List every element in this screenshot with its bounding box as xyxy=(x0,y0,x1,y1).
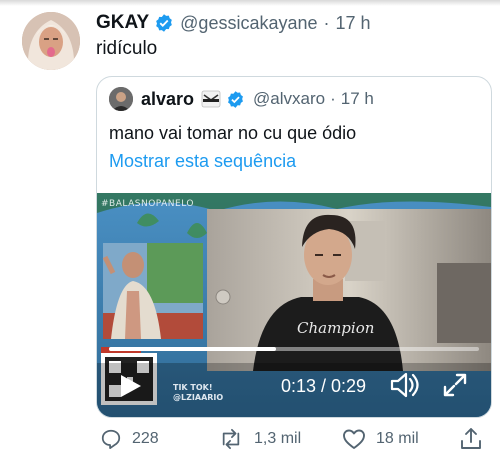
quoted-author-avatar xyxy=(109,87,133,111)
video-time-display: 0:13 / 0:29 xyxy=(281,376,367,396)
video-player[interactable]: Champion #BALASNOPANELO TIK TOK! @LZIAAR… xyxy=(97,193,491,417)
author-handle[interactable]: @gessicakayane xyxy=(180,13,317,34)
tiktok-user: @LZIAARIO xyxy=(173,393,224,402)
quoted-author-name: alvaro xyxy=(141,88,195,109)
quoted-tweet-header: alvaro @alvxaro · 17 h xyxy=(109,85,374,113)
retweet-count: 1,3 mil xyxy=(254,430,302,447)
verified-badge-icon xyxy=(156,14,172,32)
quoted-timestamp: 17 h xyxy=(340,89,374,108)
video-tiktok-caption: TIK TOK! @LZIAARIO xyxy=(173,383,223,403)
quoted-tweet-text: mano vai tomar no cu que ódio xyxy=(109,123,357,143)
separator-dot: · xyxy=(323,12,330,33)
video-hashtag: #BALASNOPANELO xyxy=(101,199,194,209)
like-count: 18 mil xyxy=(376,430,419,447)
tiktok-label: TIK TOK! xyxy=(173,383,213,392)
shirt-logo-text: Champion xyxy=(297,319,374,337)
like-icon xyxy=(343,429,365,449)
tweet-actions: 228 1,3 mil 18 mil xyxy=(96,424,490,454)
reply-button[interactable]: 228 xyxy=(100,424,159,454)
tweet-timestamp[interactable]: 17 h xyxy=(336,13,371,34)
verified-badge-icon xyxy=(228,90,243,108)
reply-count: 228 xyxy=(132,430,159,447)
like-button[interactable]: 18 mil xyxy=(342,424,419,454)
video-progress-bar[interactable] xyxy=(109,347,479,351)
play-icon[interactable] xyxy=(117,373,143,399)
fullscreen-icon[interactable] xyxy=(441,371,469,399)
quoted-tweet[interactable]: alvaro @alvxaro · 17 h mano vai tomar no… xyxy=(96,76,492,418)
share-icon xyxy=(461,428,481,449)
share-button[interactable] xyxy=(460,424,482,454)
video-progress-fill xyxy=(109,347,276,351)
quoted-author-handle: @alvxaro xyxy=(253,89,326,108)
reply-icon xyxy=(101,429,121,450)
previous-tweet-edge xyxy=(0,0,500,6)
author-name[interactable]: GKAY xyxy=(96,12,149,34)
tweet-header: GKAY @gessicakayane · 17 h xyxy=(96,10,371,36)
karate-icon xyxy=(201,90,221,108)
show-thread-link[interactable]: Mostrar esta sequência xyxy=(109,151,296,172)
retweet-button[interactable]: 1,3 mil xyxy=(218,424,301,454)
author-avatar[interactable] xyxy=(22,12,80,70)
tweet-text: ridículo xyxy=(96,38,158,59)
volume-icon[interactable] xyxy=(389,371,419,399)
retweet-icon xyxy=(222,428,240,450)
separator-dot: · xyxy=(330,89,336,108)
